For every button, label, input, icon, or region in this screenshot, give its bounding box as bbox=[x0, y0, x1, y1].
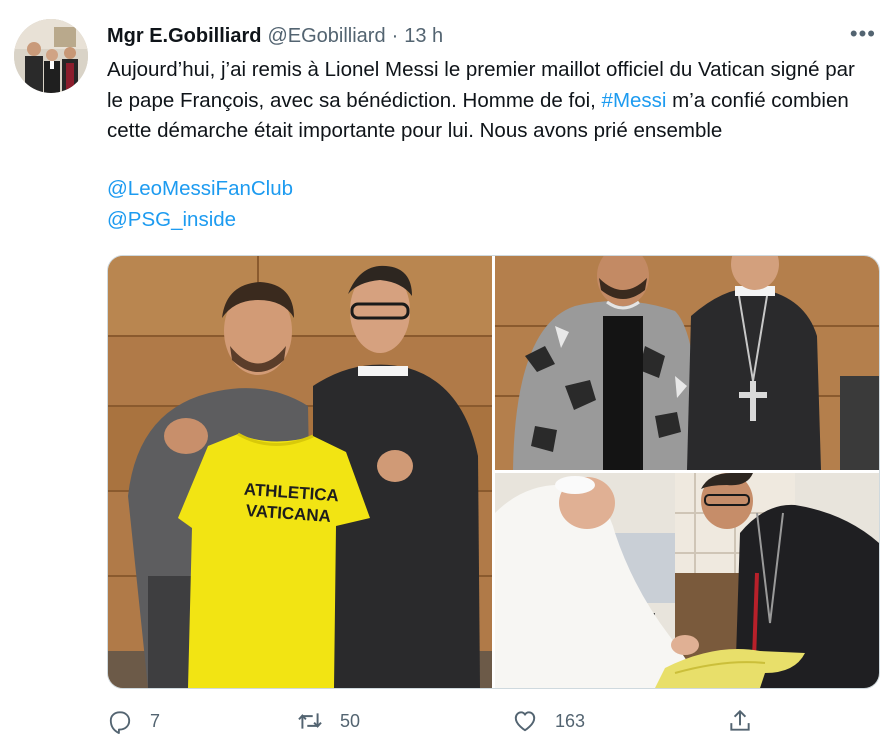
retweet-count: 50 bbox=[340, 710, 361, 731]
mention-link[interactable]: @PSG_inside bbox=[107, 208, 236, 232]
hashtag-link[interactable]: #Messi bbox=[602, 89, 667, 112]
reply-icon bbox=[109, 711, 131, 734]
author-display-name[interactable]: Mgr E.Gobilliard bbox=[107, 25, 261, 48]
tweet-header: Mgr E.Gobilliard @EGobilliard · 13 h bbox=[107, 22, 876, 50]
share-icon bbox=[730, 709, 750, 731]
reply-button[interactable]: 7 bbox=[107, 708, 160, 734]
reply-count: 7 bbox=[150, 710, 161, 731]
heart-icon bbox=[514, 711, 536, 732]
tweet-actions: 7 50 163 bbox=[0, 708, 896, 740]
separator-dot: · bbox=[391, 24, 399, 47]
photo-messi-jersey[interactable]: ATHLETICA VATICANA bbox=[108, 256, 492, 688]
retweet-icon bbox=[298, 713, 322, 729]
tweet-timestamp[interactable]: 13 h bbox=[404, 25, 443, 48]
photo-neymar[interactable] bbox=[495, 256, 879, 470]
avatar[interactable] bbox=[14, 19, 88, 93]
tweet-text: Aujourd’hui, j’ai remis à Lionel Messi l… bbox=[107, 55, 867, 147]
photo-pope-signing[interactable] bbox=[495, 473, 879, 688]
mention-link[interactable]: @LeoMessiFanClub bbox=[107, 177, 293, 201]
share-button[interactable] bbox=[727, 708, 753, 734]
like-button[interactable]: 163 bbox=[512, 708, 585, 734]
media-grid: ATHLETICA VATICANA bbox=[107, 255, 880, 689]
like-count: 163 bbox=[555, 710, 586, 731]
more-options-icon[interactable]: ••• bbox=[850, 22, 876, 46]
author-handle[interactable]: @EGobilliard bbox=[267, 25, 385, 48]
retweet-button[interactable]: 50 bbox=[297, 708, 360, 734]
